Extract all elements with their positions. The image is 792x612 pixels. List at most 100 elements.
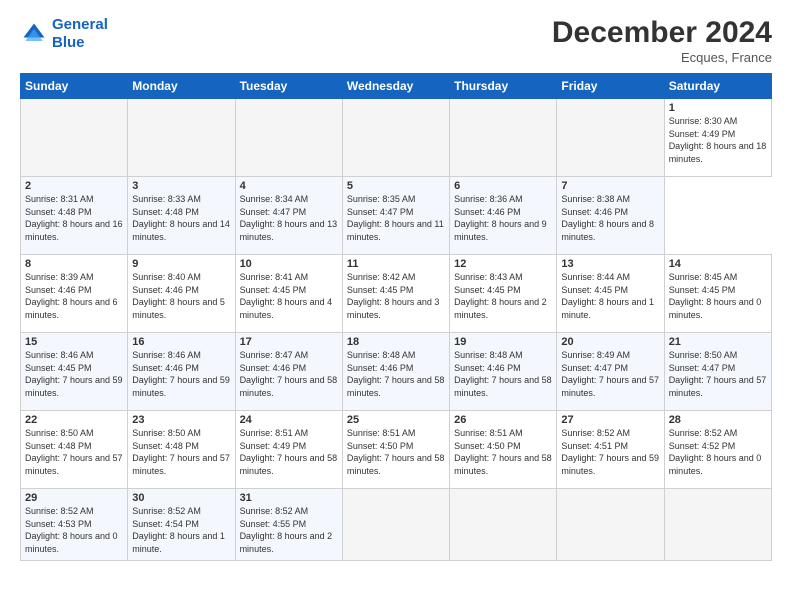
- logo-line1: General: [52, 16, 108, 33]
- day-info: Sunrise: 8:49 AMSunset: 4:47 PMDaylight:…: [561, 349, 659, 399]
- day-info: Sunrise: 8:36 AMSunset: 4:46 PMDaylight:…: [454, 193, 552, 243]
- day-number: 23: [132, 414, 230, 426]
- calendar-cell: [557, 489, 664, 561]
- day-number: 28: [669, 414, 767, 426]
- day-number: 20: [561, 336, 659, 348]
- header-row: SundayMondayTuesdayWednesdayThursdayFrid…: [21, 74, 772, 99]
- day-info: Sunrise: 8:31 AMSunset: 4:48 PMDaylight:…: [25, 193, 123, 243]
- day-number: 30: [132, 492, 230, 504]
- day-number: 21: [669, 336, 767, 348]
- day-info: Sunrise: 8:52 AMSunset: 4:54 PMDaylight:…: [132, 505, 230, 555]
- header-day: Saturday: [664, 74, 771, 99]
- calendar-cell: [664, 489, 771, 561]
- calendar-cell: 18Sunrise: 8:48 AMSunset: 4:46 PMDayligh…: [342, 333, 449, 411]
- day-number: 29: [25, 492, 123, 504]
- calendar-cell: [235, 99, 342, 177]
- day-info: Sunrise: 8:33 AMSunset: 4:48 PMDaylight:…: [132, 193, 230, 243]
- calendar-week: 22Sunrise: 8:50 AMSunset: 4:48 PMDayligh…: [21, 411, 772, 489]
- header-day: Thursday: [450, 74, 557, 99]
- calendar-cell: 28Sunrise: 8:52 AMSunset: 4:52 PMDayligh…: [664, 411, 771, 489]
- day-info: Sunrise: 8:51 AMSunset: 4:49 PMDaylight:…: [240, 427, 338, 477]
- day-info: Sunrise: 8:30 AMSunset: 4:49 PMDaylight:…: [669, 115, 767, 165]
- day-info: Sunrise: 8:48 AMSunset: 4:46 PMDaylight:…: [454, 349, 552, 399]
- calendar-cell: 2Sunrise: 8:31 AMSunset: 4:48 PMDaylight…: [21, 177, 128, 255]
- day-number: 19: [454, 336, 552, 348]
- title-area: December 2024 Ecques, France: [552, 16, 772, 65]
- calendar-cell: 3Sunrise: 8:33 AMSunset: 4:48 PMDaylight…: [128, 177, 235, 255]
- day-number: 31: [240, 492, 338, 504]
- day-info: Sunrise: 8:35 AMSunset: 4:47 PMDaylight:…: [347, 193, 445, 243]
- calendar-cell: 21Sunrise: 8:50 AMSunset: 4:47 PMDayligh…: [664, 333, 771, 411]
- day-number: 4: [240, 180, 338, 192]
- day-number: 26: [454, 414, 552, 426]
- calendar-cell: 23Sunrise: 8:50 AMSunset: 4:48 PMDayligh…: [128, 411, 235, 489]
- calendar-cell: 16Sunrise: 8:46 AMSunset: 4:46 PMDayligh…: [128, 333, 235, 411]
- day-number: 15: [25, 336, 123, 348]
- calendar-cell: 25Sunrise: 8:51 AMSunset: 4:50 PMDayligh…: [342, 411, 449, 489]
- header: General Blue December 2024 Ecques, Franc…: [20, 16, 772, 65]
- header-day: Monday: [128, 74, 235, 99]
- day-info: Sunrise: 8:52 AMSunset: 4:53 PMDaylight:…: [25, 505, 123, 555]
- day-number: 3: [132, 180, 230, 192]
- header-day: Sunday: [21, 74, 128, 99]
- day-info: Sunrise: 8:34 AMSunset: 4:47 PMDaylight:…: [240, 193, 338, 243]
- day-number: 27: [561, 414, 659, 426]
- day-info: Sunrise: 8:39 AMSunset: 4:46 PMDaylight:…: [25, 271, 123, 321]
- day-number: 22: [25, 414, 123, 426]
- calendar-cell: 31Sunrise: 8:52 AMSunset: 4:55 PMDayligh…: [235, 489, 342, 561]
- calendar-cell: 11Sunrise: 8:42 AMSunset: 4:45 PMDayligh…: [342, 255, 449, 333]
- day-number: 7: [561, 180, 659, 192]
- day-number: 16: [132, 336, 230, 348]
- header-day: Friday: [557, 74, 664, 99]
- day-info: Sunrise: 8:46 AMSunset: 4:46 PMDaylight:…: [132, 349, 230, 399]
- day-number: 9: [132, 258, 230, 270]
- calendar-cell: 17Sunrise: 8:47 AMSunset: 4:46 PMDayligh…: [235, 333, 342, 411]
- day-number: 10: [240, 258, 338, 270]
- day-number: 18: [347, 336, 445, 348]
- calendar-week: 29Sunrise: 8:52 AMSunset: 4:53 PMDayligh…: [21, 489, 772, 561]
- calendar: SundayMondayTuesdayWednesdayThursdayFrid…: [20, 73, 772, 561]
- day-info: Sunrise: 8:52 AMSunset: 4:52 PMDaylight:…: [669, 427, 767, 477]
- day-info: Sunrise: 8:51 AMSunset: 4:50 PMDaylight:…: [454, 427, 552, 477]
- day-info: Sunrise: 8:44 AMSunset: 4:45 PMDaylight:…: [561, 271, 659, 321]
- header-day: Wednesday: [342, 74, 449, 99]
- logo-text: General Blue: [52, 16, 108, 52]
- calendar-cell: [450, 489, 557, 561]
- day-number: 11: [347, 258, 445, 270]
- calendar-cell: 5Sunrise: 8:35 AMSunset: 4:47 PMDaylight…: [342, 177, 449, 255]
- calendar-cell: 1Sunrise: 8:30 AMSunset: 4:49 PMDaylight…: [664, 99, 771, 177]
- calendar-cell: 26Sunrise: 8:51 AMSunset: 4:50 PMDayligh…: [450, 411, 557, 489]
- day-info: Sunrise: 8:52 AMSunset: 4:55 PMDaylight:…: [240, 505, 338, 555]
- day-info: Sunrise: 8:42 AMSunset: 4:45 PMDaylight:…: [347, 271, 445, 321]
- calendar-week: 8Sunrise: 8:39 AMSunset: 4:46 PMDaylight…: [21, 255, 772, 333]
- calendar-cell: 27Sunrise: 8:52 AMSunset: 4:51 PMDayligh…: [557, 411, 664, 489]
- calendar-cell: [21, 99, 128, 177]
- calendar-cell: 4Sunrise: 8:34 AMSunset: 4:47 PMDaylight…: [235, 177, 342, 255]
- day-info: Sunrise: 8:50 AMSunset: 4:47 PMDaylight:…: [669, 349, 767, 399]
- subtitle: Ecques, France: [552, 50, 772, 65]
- day-info: Sunrise: 8:46 AMSunset: 4:45 PMDaylight:…: [25, 349, 123, 399]
- logo-line2: Blue: [52, 34, 85, 51]
- day-info: Sunrise: 8:45 AMSunset: 4:45 PMDaylight:…: [669, 271, 767, 321]
- day-info: Sunrise: 8:43 AMSunset: 4:45 PMDaylight:…: [454, 271, 552, 321]
- day-info: Sunrise: 8:40 AMSunset: 4:46 PMDaylight:…: [132, 271, 230, 321]
- calendar-cell: 6Sunrise: 8:36 AMSunset: 4:46 PMDaylight…: [450, 177, 557, 255]
- day-number: 1: [669, 102, 767, 114]
- day-info: Sunrise: 8:52 AMSunset: 4:51 PMDaylight:…: [561, 427, 659, 477]
- month-title: December 2024: [552, 16, 772, 50]
- day-number: 12: [454, 258, 552, 270]
- calendar-cell: 22Sunrise: 8:50 AMSunset: 4:48 PMDayligh…: [21, 411, 128, 489]
- calendar-cell: [450, 99, 557, 177]
- day-number: 14: [669, 258, 767, 270]
- calendar-week: 15Sunrise: 8:46 AMSunset: 4:45 PMDayligh…: [21, 333, 772, 411]
- day-number: 13: [561, 258, 659, 270]
- day-number: 17: [240, 336, 338, 348]
- day-number: 8: [25, 258, 123, 270]
- calendar-cell: 10Sunrise: 8:41 AMSunset: 4:45 PMDayligh…: [235, 255, 342, 333]
- header-day: Tuesday: [235, 74, 342, 99]
- calendar-cell: 7Sunrise: 8:38 AMSunset: 4:46 PMDaylight…: [557, 177, 664, 255]
- calendar-cell: 30Sunrise: 8:52 AMSunset: 4:54 PMDayligh…: [128, 489, 235, 561]
- day-number: 25: [347, 414, 445, 426]
- day-info: Sunrise: 8:41 AMSunset: 4:45 PMDaylight:…: [240, 271, 338, 321]
- calendar-cell: 14Sunrise: 8:45 AMSunset: 4:45 PMDayligh…: [664, 255, 771, 333]
